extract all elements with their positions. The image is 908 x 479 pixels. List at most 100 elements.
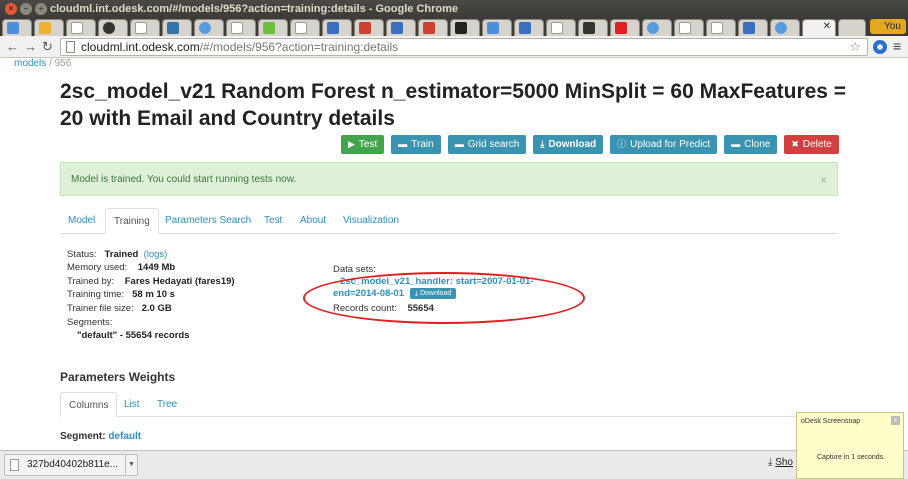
calendar-icon [487, 22, 499, 34]
test-button-label: Test [358, 139, 378, 150]
browser-tab[interactable] [290, 19, 320, 36]
window-title: cloudml.int.odesk.com/#/models/956?actio… [50, 3, 458, 15]
browser-tab[interactable] [322, 19, 352, 36]
segments-value: "default" - 55654 records [77, 330, 190, 341]
memory-value: 1449 Mb [137, 262, 176, 273]
browser-tab[interactable] [674, 19, 704, 36]
tab-list[interactable]: List [116, 392, 148, 417]
profile-button[interactable]: You [870, 19, 906, 34]
browser-tab[interactable] [34, 19, 64, 36]
memory-row: Memory used: 1449 Mb [67, 262, 175, 273]
status-value: Trained [104, 249, 139, 260]
breadcrumb-models-link[interactable]: models [14, 58, 46, 69]
play-icon: ▶ [348, 139, 355, 149]
browser-tab[interactable] [66, 19, 96, 36]
calendar-icon [7, 22, 19, 34]
training-time-value: 58 m 10 s [132, 289, 175, 300]
close-icon[interactable]: x [891, 416, 900, 425]
browser-tab[interactable] [162, 19, 192, 36]
tab-parameters-search[interactable]: Parameters Search [157, 208, 259, 234]
tab-strip: ✕ You [0, 18, 908, 36]
upload-for-predict-button[interactable]: ⓘ Upload for Predict [610, 135, 718, 154]
app-icon [327, 22, 339, 34]
browser-tab[interactable] [770, 19, 800, 36]
tab-test[interactable]: Test [256, 208, 290, 234]
bookmark-star-icon[interactable]: ☆ [849, 39, 861, 55]
forward-icon[interactable]: → [24, 39, 37, 55]
github-icon [103, 22, 115, 34]
browser-tab[interactable] [706, 19, 736, 36]
trained-by-row: Trained by: Fares Hedayati (fares19) [67, 276, 235, 287]
upwork-icon [263, 22, 275, 34]
file-size-row: Trainer file size: 2.0 GB [67, 303, 172, 314]
browser-tab[interactable] [386, 19, 416, 36]
page-icon [295, 22, 307, 34]
browser-tab[interactable] [450, 19, 480, 36]
tab-tree[interactable]: Tree [149, 392, 185, 417]
clone-button-label: Clone [744, 139, 771, 150]
list-icon: ▬ [731, 139, 741, 149]
tab-model[interactable]: Model [60, 208, 103, 234]
browser-tab[interactable] [226, 19, 256, 36]
browser-tab[interactable] [578, 19, 608, 36]
page-icon [66, 41, 75, 53]
browser-tab[interactable] [482, 19, 512, 36]
annotation-ellipse [303, 272, 585, 324]
page-icon [679, 22, 691, 34]
reload-icon[interactable]: ↻ [42, 39, 53, 55]
download-button[interactable]: ⤓ Download [533, 135, 604, 154]
delete-button[interactable]: ✖ Delete [784, 135, 839, 154]
browser-tab[interactable] [610, 19, 640, 36]
window-maximize-button[interactable]: + [35, 3, 47, 15]
alert-close-icon[interactable]: × [820, 163, 827, 197]
success-alert: Model is trained. You could start runnin… [60, 162, 838, 196]
browser-tab[interactable] [194, 19, 224, 36]
page-title: 2sc_model_v21 Random Forest n_estimator=… [60, 80, 847, 130]
chrome-menu-icon[interactable]: ≡ [893, 38, 901, 54]
show-all-label: Sho [775, 457, 793, 468]
logs-link[interactable]: (logs) [144, 249, 168, 260]
window-titlebar: × – + cloudml.int.odesk.com/#/models/956… [0, 0, 908, 18]
browser-tab-active[interactable]: ✕ [802, 19, 836, 36]
tab-columns[interactable]: Columns [60, 392, 118, 417]
window-minimize-button[interactable]: – [20, 3, 32, 15]
alert-text: Model is trained. You could start runnin… [71, 174, 297, 185]
segment-link[interactable]: default [108, 431, 141, 442]
grid-search-button[interactable]: ▬ Grid search [447, 135, 527, 154]
app-icon [391, 22, 403, 34]
chevron-down-icon[interactable]: ▼ [125, 455, 137, 475]
train-button[interactable]: ▬ Train [391, 135, 441, 154]
address-bar[interactable]: cloudml.int.odesk.com/#/models/956?actio… [60, 38, 868, 56]
delete-icon: ✖ [791, 139, 799, 149]
browser-tab[interactable] [2, 19, 32, 36]
browser-tab[interactable] [130, 19, 160, 36]
test-button[interactable]: ▶ Test [341, 135, 385, 154]
page-icon [551, 22, 563, 34]
tab-training[interactable]: Training [105, 208, 159, 234]
download-item[interactable]: 327bd40402b811e... ▼ [4, 454, 138, 476]
new-tab-button[interactable] [838, 19, 866, 36]
close-tab-icon[interactable]: ✕ [823, 21, 831, 32]
gmail-icon [359, 22, 371, 34]
breadcrumb: models / 956 [14, 58, 71, 69]
browser-tab[interactable] [418, 19, 448, 36]
browser-tab[interactable] [98, 19, 128, 36]
browser-tab[interactable] [738, 19, 768, 36]
back-icon[interactable]: ← [6, 39, 19, 55]
browser-tab[interactable] [258, 19, 288, 36]
page-icon [711, 22, 723, 34]
clone-button[interactable]: ▬ Clone [724, 135, 778, 154]
training-time-row: Training time: 58 m 10 s [67, 289, 175, 300]
file-size-value: 2.0 GB [141, 303, 172, 314]
browser-tab[interactable] [514, 19, 544, 36]
browser-tab[interactable] [642, 19, 672, 36]
tab-about[interactable]: About [292, 208, 334, 234]
extension-icon[interactable] [873, 40, 887, 54]
window-close-button[interactable]: × [5, 3, 17, 15]
browser-tab[interactable] [354, 19, 384, 36]
parameters-weights-heading: Parameters Weights [60, 370, 176, 384]
show-all-downloads-link[interactable]: ⤓ Sho [768, 457, 793, 468]
browser-tab[interactable] [546, 19, 576, 36]
tab-visualization[interactable]: Visualization [335, 208, 407, 234]
trained-by-label: Trained by: [67, 276, 115, 287]
